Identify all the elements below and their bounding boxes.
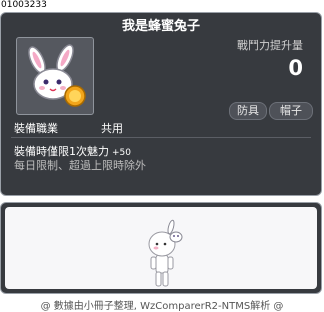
description-line-2: 每日限制、超過上限時除外 [14, 159, 146, 172]
combat-power-value: 0 [288, 56, 303, 80]
item-id: 01003233 [1, 0, 47, 10]
equip-job-label: 裝備職業 [14, 122, 58, 135]
rabbit-hat-icon [28, 44, 86, 107]
item-name: 我是蜂蜜兔子 [121, 19, 200, 34]
character-preview [148, 219, 183, 287]
divider [11, 137, 311, 138]
item-icon-frame [16, 37, 94, 115]
tag-hat: 帽子 [269, 102, 313, 120]
character-preview-panel [0, 202, 322, 294]
character-preview-stage [5, 207, 317, 289]
footer-credit: @ 數據由小冊子整理, WzComparerR2-NTMS解析 @ [40, 301, 284, 312]
item-tooltip: 我是蜂蜜兔子 戰鬥力提升量 0 防具 帽子 裝備職業 共用 裝備時僅限1次魅力 +… [0, 12, 322, 196]
equip-job-value: 共用 [101, 122, 123, 135]
tag-armor: 防具 [229, 102, 267, 120]
combat-power-label: 戰鬥力提升量 [237, 39, 303, 52]
